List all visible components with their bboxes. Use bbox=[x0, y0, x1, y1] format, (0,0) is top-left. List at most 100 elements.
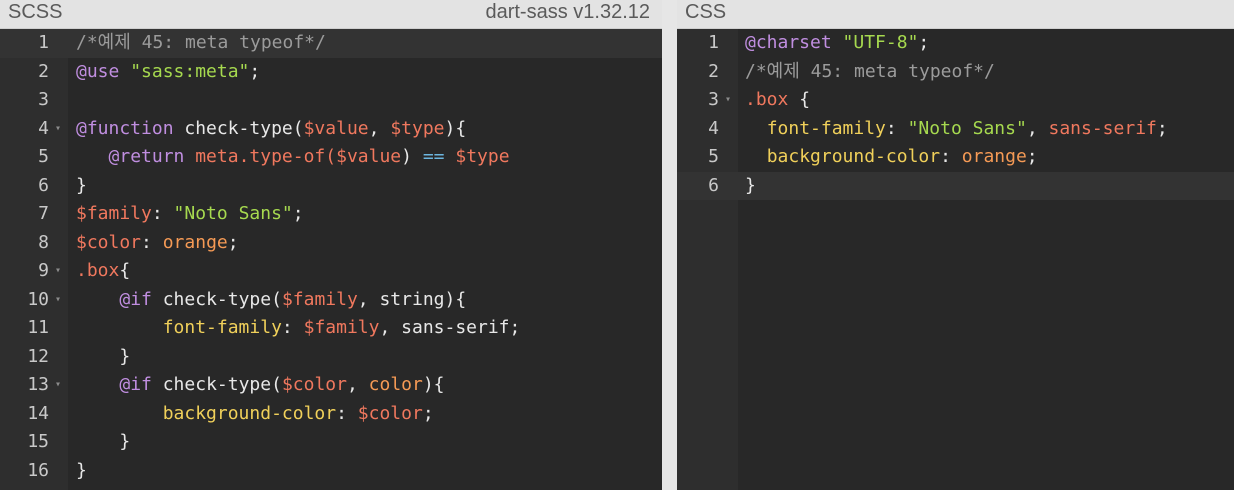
code-token-keyword: @charset bbox=[745, 32, 843, 53]
line-code: $color: orange; bbox=[76, 229, 239, 258]
code-token-plain: ){ bbox=[422, 374, 445, 395]
line-number: 2 bbox=[38, 60, 49, 82]
scss-editor-pane: SCSS dart-sass v1.32.12 1 /*예제 45: meta t… bbox=[0, 0, 662, 490]
code-line[interactable]: 10 ▾ @if check-type($family, string){ bbox=[0, 286, 662, 315]
code-line[interactable]: 6} bbox=[677, 171, 1234, 201]
code-token-plain: { bbox=[119, 260, 131, 281]
line-number: 8 bbox=[38, 231, 49, 253]
code-line[interactable]: 13 ▾ @if check-type($color, color){ bbox=[0, 371, 662, 400]
code-line[interactable]: 14 background-color: $color; bbox=[0, 400, 662, 429]
line-code: @if check-type($family, string){ bbox=[76, 286, 466, 315]
code-line[interactable]: 5 background-color: orange; bbox=[677, 143, 1234, 172]
code-token-string: "sass:meta" bbox=[130, 60, 250, 82]
line-number: 3 bbox=[38, 89, 49, 110]
code-token-string: "UTF-8" bbox=[842, 32, 919, 53]
code-line[interactable]: 8 $color: orange; bbox=[0, 229, 662, 258]
code-token-plain: ; bbox=[918, 32, 930, 53]
code-token-property: background-color bbox=[766, 146, 941, 167]
code-token-comment: /*예제 45: meta typeof*/ bbox=[76, 32, 326, 53]
line-code: } bbox=[76, 172, 87, 201]
code-line[interactable]: 4 font-family: "Noto Sans", sans-serif; bbox=[677, 115, 1234, 144]
line-code: background-color: orange; bbox=[745, 143, 1038, 172]
code-token-plain: , bbox=[346, 374, 369, 395]
code-token-plain: ; bbox=[292, 203, 304, 224]
line-code: } bbox=[76, 428, 130, 457]
code-token-variable: $value bbox=[303, 117, 369, 139]
fold-arrow-icon[interactable]: ▾ bbox=[55, 115, 61, 144]
code-token-plain: ; bbox=[249, 60, 261, 82]
code-line[interactable]: 2 @use "sass:meta"; bbox=[0, 58, 662, 87]
code-token-plain: , sans-serif; bbox=[379, 317, 521, 338]
code-line[interactable]: 2 /*예제 45: meta typeof*/ bbox=[677, 58, 1234, 87]
code-line[interactable]: 3 bbox=[0, 86, 662, 115]
code-token-plain: ){ bbox=[444, 117, 467, 139]
line-code: font-family: $family, sans-serif; bbox=[76, 314, 521, 343]
line-number: 9 bbox=[38, 260, 49, 281]
code-line[interactable]: 7 $family: "Noto Sans"; bbox=[0, 200, 662, 229]
scss-code-lines: 1 /*예제 45: meta typeof*/ 2 @use "sass:meta"… bbox=[0, 29, 662, 485]
code-token-plain: } bbox=[76, 174, 87, 196]
fold-arrow-icon[interactable]: ▾ bbox=[55, 371, 61, 400]
code-token-plain: ; bbox=[1026, 146, 1038, 167]
code-token-comment: /*예제 45: meta typeof*/ bbox=[745, 60, 995, 82]
code-token-plain: : bbox=[885, 117, 908, 139]
code-token-plain: , string){ bbox=[357, 288, 467, 310]
code-line[interactable]: 16} bbox=[0, 457, 662, 486]
pane-divider[interactable] bbox=[662, 0, 677, 490]
code-line[interactable]: 11 font-family: $family, sans-serif; bbox=[0, 314, 662, 343]
code-token-property: font-family bbox=[162, 317, 282, 338]
line-code: @return meta.type-of($value) == $type bbox=[76, 143, 510, 172]
code-token-variable: $family bbox=[303, 317, 380, 338]
code-line[interactable]: 4 ▾ @function check-type($value, $type){ bbox=[0, 115, 662, 144]
code-token-operator: == bbox=[422, 146, 445, 167]
code-line[interactable]: 9 ▾ .box{ bbox=[0, 257, 662, 286]
code-token-variable: meta.type-of( bbox=[195, 146, 337, 167]
code-token-plain: } bbox=[745, 174, 756, 196]
code-token-plain: ) bbox=[401, 146, 423, 167]
code-line[interactable]: 1 /*예제 45: meta typeof*/ bbox=[0, 29, 662, 58]
code-token-property: background-color bbox=[162, 402, 337, 424]
line-number: 15 bbox=[27, 431, 49, 452]
line-code: @charset "UTF-8"; bbox=[745, 29, 929, 58]
line-number: 4 bbox=[708, 117, 719, 139]
code-token-variable: $type bbox=[390, 117, 445, 139]
css-code-editor[interactable]: 1 @charset "UTF-8"; 2 /*예제 45: meta typeof*… bbox=[677, 29, 1234, 490]
css-output-pane: CSS 1 @charset "UTF-8"; 2 /*예제 45: meta typ… bbox=[677, 0, 1234, 490]
code-token-plain: , bbox=[1026, 117, 1049, 139]
code-token-value: color bbox=[368, 374, 423, 395]
line-code: background-color: $color; bbox=[76, 400, 434, 429]
fold-arrow-icon[interactable]: ▾ bbox=[725, 86, 731, 115]
line-code: } bbox=[76, 457, 87, 486]
code-token-plain: ; bbox=[422, 402, 434, 424]
code-line[interactable]: 3 ▾ .box { bbox=[677, 86, 1234, 115]
code-line[interactable]: 5 @return meta.type-of($value) == $type bbox=[0, 143, 662, 172]
fold-arrow-icon[interactable]: ▾ bbox=[55, 257, 61, 286]
compiler-version-label: dart-sass v1.32.12 bbox=[485, 1, 650, 23]
code-token-variable: $color bbox=[76, 231, 142, 253]
line-number: 3 bbox=[708, 89, 719, 110]
code-line[interactable]: 6} bbox=[0, 172, 662, 201]
code-line[interactable]: 12 } bbox=[0, 343, 662, 372]
line-number: 6 bbox=[38, 174, 49, 196]
line-code: } bbox=[745, 172, 756, 201]
code-token-property: font-family bbox=[766, 117, 886, 139]
code-token-keyword: @if bbox=[119, 288, 163, 310]
code-token-plain: } bbox=[76, 431, 131, 452]
code-line[interactable]: 15 } bbox=[0, 428, 662, 457]
code-token-plain: } bbox=[76, 345, 131, 367]
fold-arrow-icon[interactable]: ▾ bbox=[55, 286, 61, 315]
code-line[interactable]: 1 @charset "UTF-8"; bbox=[677, 29, 1234, 58]
code-token-plain: check-type( bbox=[184, 117, 304, 139]
line-number: 1 bbox=[708, 32, 719, 53]
line-number: 11 bbox=[27, 317, 49, 338]
code-token-variable: $family bbox=[281, 288, 358, 310]
line-code: @use "sass:meta"; bbox=[76, 58, 260, 87]
code-token-plain: check-type( bbox=[162, 288, 282, 310]
code-token-plain: check-type( bbox=[162, 374, 282, 395]
scss-code-editor[interactable]: 1 /*예제 45: meta typeof*/ 2 @use "sass:meta"… bbox=[0, 29, 662, 490]
line-number: 1 bbox=[38, 32, 49, 53]
